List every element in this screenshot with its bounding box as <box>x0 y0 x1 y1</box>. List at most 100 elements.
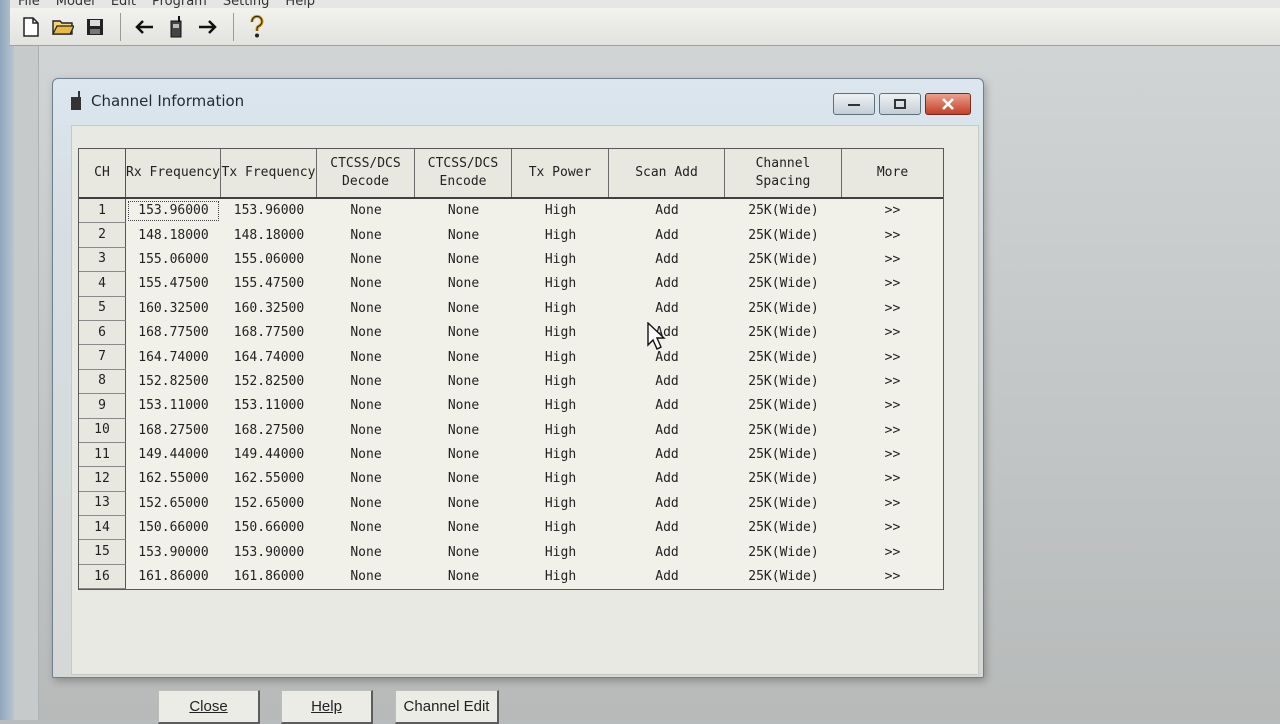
cell-rx[interactable]: 160.32500 <box>126 297 221 321</box>
cell-encode[interactable]: None <box>415 394 512 418</box>
cell-tx[interactable]: 162.55000 <box>221 467 317 491</box>
cell-tx[interactable]: 164.74000 <box>221 345 317 369</box>
more-button[interactable]: >> <box>842 540 943 564</box>
cell-encode[interactable]: None <box>415 540 512 564</box>
cell-scan[interactable]: Add <box>609 272 725 296</box>
more-button[interactable]: >> <box>842 419 943 443</box>
cell-spacing[interactable]: 25K(Wide) <box>725 565 842 589</box>
cell-tx[interactable]: 148.18000 <box>221 223 317 247</box>
cell-spacing[interactable]: 25K(Wide) <box>725 345 842 369</box>
cell-rx[interactable]: 168.27500 <box>126 419 221 443</box>
cell-power[interactable]: High <box>512 223 609 247</box>
new-file-icon[interactable] <box>16 12 46 42</box>
cell-tx[interactable]: 155.47500 <box>221 272 317 296</box>
cell-power[interactable]: High <box>512 419 609 443</box>
cell-decode[interactable]: None <box>317 492 415 516</box>
cell-scan[interactable]: Add <box>609 297 725 321</box>
cell-spacing[interactable]: 25K(Wide) <box>725 321 842 345</box>
more-button[interactable]: >> <box>842 199 943 223</box>
cell-scan[interactable]: Add <box>609 516 725 540</box>
cell-spacing[interactable]: 25K(Wide) <box>725 394 842 418</box>
cell-scan[interactable]: Add <box>609 565 725 589</box>
cell-encode[interactable]: None <box>415 370 512 394</box>
menu-setting[interactable]: Setting <box>223 0 270 8</box>
cell-power[interactable]: High <box>512 297 609 321</box>
cell-rx[interactable]: 153.96000 <box>126 199 221 223</box>
cell-tx[interactable]: 149.44000 <box>221 443 317 467</box>
help-button[interactable]: Help <box>281 690 373 724</box>
cell-encode[interactable]: None <box>415 516 512 540</box>
cell-spacing[interactable]: 25K(Wide) <box>725 248 842 272</box>
cell-rx[interactable]: 161.86000 <box>126 565 221 589</box>
menu-help[interactable]: Help <box>285 0 315 8</box>
cell-rx[interactable]: 153.11000 <box>126 394 221 418</box>
cell-tx[interactable]: 168.77500 <box>221 321 317 345</box>
help-icon[interactable] <box>242 12 272 42</box>
cell-power[interactable]: High <box>512 565 609 589</box>
cell-spacing[interactable]: 25K(Wide) <box>725 370 842 394</box>
cell-scan[interactable]: Add <box>609 321 725 345</box>
cell-rx[interactable]: 155.47500 <box>126 272 221 296</box>
cell-spacing[interactable]: 25K(Wide) <box>725 199 842 223</box>
cell-scan[interactable]: Add <box>609 467 725 491</box>
more-button[interactable]: >> <box>842 248 943 272</box>
close-window-button[interactable] <box>925 93 971 115</box>
cell-power[interactable]: High <box>512 272 609 296</box>
cell-scan[interactable]: Add <box>609 540 725 564</box>
cell-scan[interactable]: Add <box>609 223 725 247</box>
cell-scan[interactable]: Add <box>609 443 725 467</box>
cell-tx[interactable]: 152.65000 <box>221 492 317 516</box>
cell-rx[interactable]: 155.06000 <box>126 248 221 272</box>
cell-rx[interactable]: 152.65000 <box>126 492 221 516</box>
cell-tx[interactable]: 153.11000 <box>221 394 317 418</box>
cell-power[interactable]: High <box>512 321 609 345</box>
cell-tx[interactable]: 153.96000 <box>221 199 317 223</box>
more-button[interactable]: >> <box>842 443 943 467</box>
cell-scan[interactable]: Add <box>609 199 725 223</box>
cell-encode[interactable]: None <box>415 321 512 345</box>
cell-spacing[interactable]: 25K(Wide) <box>725 272 842 296</box>
cell-spacing[interactable]: 25K(Wide) <box>725 297 842 321</box>
more-button[interactable]: >> <box>842 467 943 491</box>
write-to-radio-icon[interactable] <box>193 12 223 42</box>
cell-decode[interactable]: None <box>317 345 415 369</box>
cell-tx[interactable]: 160.32500 <box>221 297 317 321</box>
cell-power[interactable]: High <box>512 394 609 418</box>
more-button[interactable]: >> <box>842 321 943 345</box>
more-button[interactable]: >> <box>842 370 943 394</box>
radio-icon[interactable] <box>161 12 191 42</box>
minimize-button[interactable] <box>833 93 875 115</box>
cell-decode[interactable]: None <box>317 272 415 296</box>
cell-spacing[interactable]: 25K(Wide) <box>725 492 842 516</box>
cell-scan[interactable]: Add <box>609 248 725 272</box>
cell-spacing[interactable]: 25K(Wide) <box>725 467 842 491</box>
read-from-radio-icon[interactable] <box>129 12 159 42</box>
cell-scan[interactable]: Add <box>609 419 725 443</box>
cell-tx[interactable]: 153.90000 <box>221 540 317 564</box>
more-button[interactable]: >> <box>842 345 943 369</box>
cell-rx[interactable]: 168.77500 <box>126 321 221 345</box>
cell-decode[interactable]: None <box>317 394 415 418</box>
cell-decode[interactable]: None <box>317 467 415 491</box>
maximize-button[interactable] <box>879 93 921 115</box>
cell-encode[interactable]: None <box>415 248 512 272</box>
cell-encode[interactable]: None <box>415 297 512 321</box>
cell-encode[interactable]: None <box>415 223 512 247</box>
cell-rx[interactable]: 149.44000 <box>126 443 221 467</box>
cell-rx[interactable]: 162.55000 <box>126 467 221 491</box>
menu-edit[interactable]: Edit <box>111 0 136 8</box>
cell-tx[interactable]: 155.06000 <box>221 248 317 272</box>
cell-rx[interactable]: 148.18000 <box>126 223 221 247</box>
cell-tx[interactable]: 150.66000 <box>221 516 317 540</box>
cell-rx[interactable]: 150.66000 <box>126 516 221 540</box>
cell-power[interactable]: High <box>512 248 609 272</box>
cell-encode[interactable]: None <box>415 492 512 516</box>
cell-spacing[interactable]: 25K(Wide) <box>725 443 842 467</box>
more-button[interactable]: >> <box>842 492 943 516</box>
cell-power[interactable]: High <box>512 345 609 369</box>
cell-encode[interactable]: None <box>415 272 512 296</box>
cell-power[interactable]: High <box>512 443 609 467</box>
cell-scan[interactable]: Add <box>609 345 725 369</box>
cell-decode[interactable]: None <box>317 223 415 247</box>
more-button[interactable]: >> <box>842 297 943 321</box>
